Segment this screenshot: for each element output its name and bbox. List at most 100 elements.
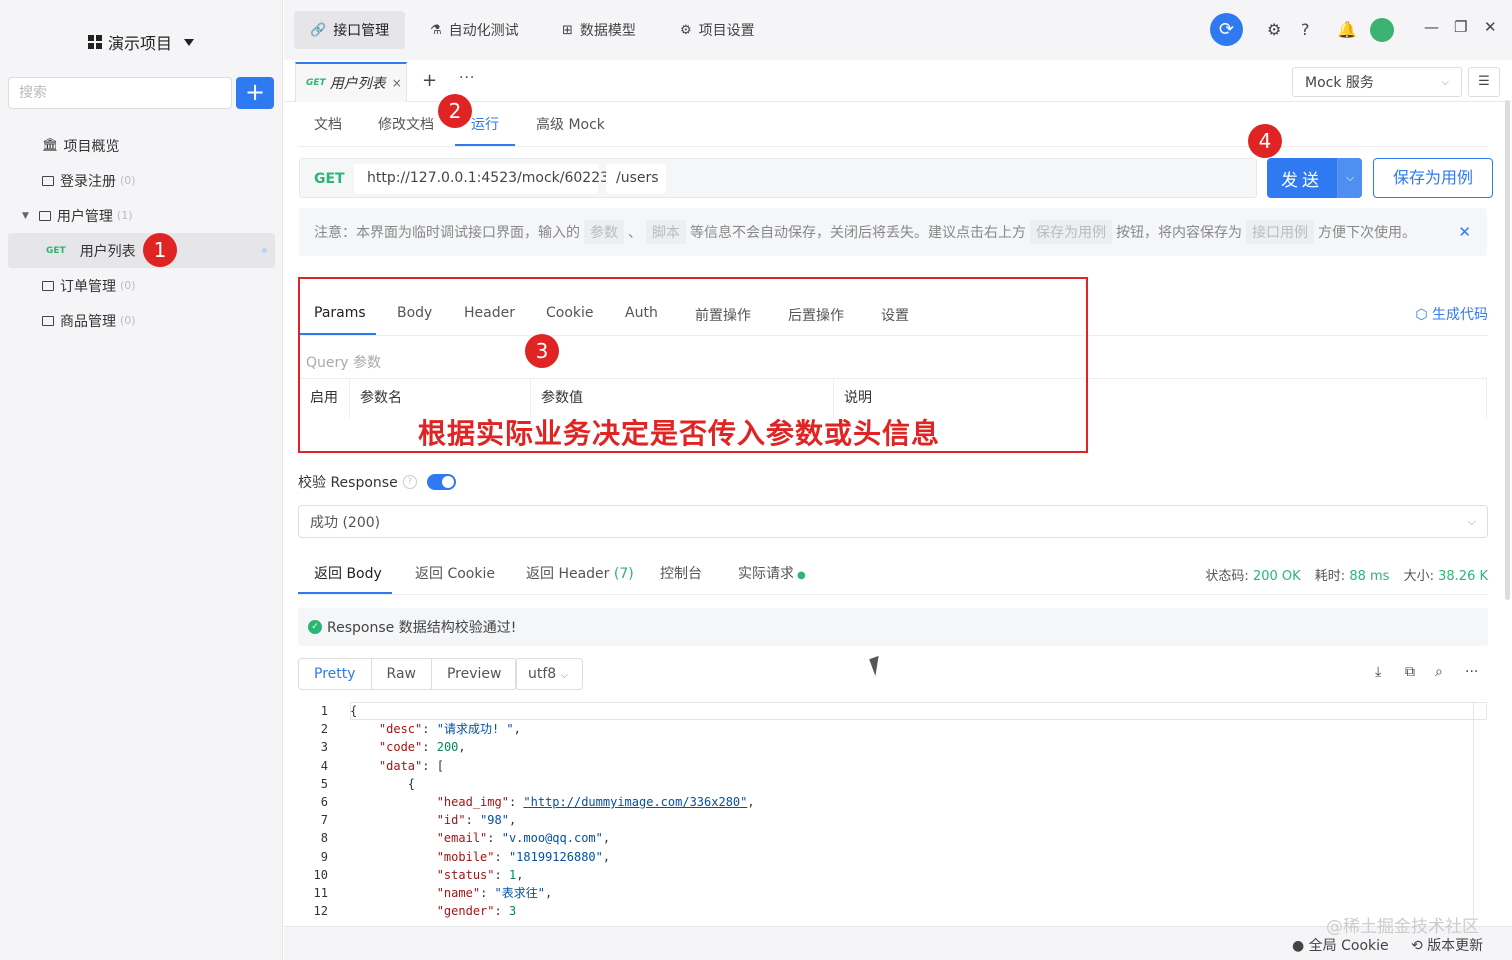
- restore-icon[interactable]: ❐: [1454, 18, 1467, 36]
- sidebar-item-user-list[interactable]: GET 用户列表: [8, 233, 275, 268]
- notice-text: 等信息不会自动保存，关闭后将丢失。建议点击右上方: [690, 225, 1026, 241]
- page-scrollbar[interactable]: [1505, 100, 1510, 600]
- mouse-cursor-icon: [869, 655, 885, 677]
- help-icon[interactable]: ?: [402, 475, 417, 489]
- tab-advanced-mock[interactable]: 高级 Mock: [536, 114, 605, 134]
- list-icon[interactable]: ☰: [1468, 67, 1500, 97]
- validate-label: 校验 Response: [298, 475, 398, 491]
- line-number: 4: [320, 758, 328, 773]
- caret-down-icon: [184, 38, 195, 46]
- base-url-field[interactable]: http://127.0.0.1:4523/mock/602238: [354, 164, 618, 194]
- update-icon: ⟲: [1411, 938, 1428, 954]
- encoding-select[interactable]: utf8 ⌵: [515, 658, 583, 690]
- nav-label: 自动化测试: [448, 23, 519, 39]
- tab-response-header[interactable]: 返回 Header (7): [526, 563, 634, 583]
- format-pretty[interactable]: Pretty: [299, 659, 372, 689]
- doc-tab-row: GET 用户列表 × + ··· Mock 服务 ⌵ ☰: [284, 60, 1512, 102]
- format-raw[interactable]: Raw: [372, 659, 432, 689]
- notice-chip: 保存为用例: [1030, 220, 1112, 244]
- more-icon[interactable]: ···: [1465, 664, 1478, 680]
- more-icon[interactable]: ···: [459, 70, 475, 86]
- json-link[interactable]: "http://dummyimage.com/336x280": [523, 795, 747, 809]
- nav-label: 接口管理: [333, 23, 390, 39]
- search-input[interactable]: [8, 77, 232, 109]
- response-tabs: 返回 Body 返回 Cookie 返回 Header (7) 控制台 实际请求…: [298, 552, 1488, 595]
- environment-label: Mock 服务: [1305, 75, 1374, 91]
- settings-icon[interactable]: ⚙: [1267, 20, 1281, 39]
- bell-icon[interactable]: 🔔: [1337, 20, 1357, 39]
- global-cookie-button[interactable]: ● 全局 Cookie: [1292, 935, 1389, 955]
- tab-console[interactable]: 控制台: [660, 563, 702, 583]
- path-input[interactable]: /users: [606, 164, 666, 194]
- line-number: 3: [320, 740, 328, 755]
- save-as-case-button[interactable]: 保存为用例: [1373, 158, 1493, 198]
- tab-docs[interactable]: 文档: [314, 114, 342, 134]
- help-icon[interactable]: ?: [1301, 20, 1310, 39]
- json-key: "code": [378, 740, 423, 755]
- tab-edit-docs[interactable]: 修改文档: [378, 114, 434, 134]
- send-button[interactable]: 发送 ⌵: [1267, 158, 1362, 198]
- gear-icon: ⚙: [680, 22, 692, 38]
- avatar[interactable]: [1370, 18, 1394, 42]
- json-value: "98": [480, 813, 509, 828]
- add-button[interactable]: +: [236, 77, 274, 109]
- new-tab-button[interactable]: +: [422, 70, 437, 91]
- sidebar-item-overview[interactable]: 🏛 项目概览: [0, 128, 283, 163]
- method-select[interactable]: GET: [314, 171, 345, 187]
- response-stats: 状态码: 200 OK 耗时: 88 ms 大小: 38.26 K: [1205, 565, 1488, 584]
- tab-label: 返回 Header: [526, 566, 610, 582]
- nav-data-model[interactable]: ⊞ 数据模型: [546, 11, 652, 49]
- response-select[interactable]: 成功 (200) ⌵: [298, 505, 1488, 538]
- sidebar-item-products[interactable]: 商品管理 (0): [0, 303, 283, 338]
- notice-chip: 接口用例: [1246, 220, 1314, 244]
- notice-banner: 注意：本界面为临时调试接口界面，输入的 参数 、 脚本 等信息不会自动保存，关闭…: [299, 208, 1487, 256]
- nav-project-settings[interactable]: ⚙ 项目设置: [664, 11, 771, 49]
- code-scrollbar[interactable]: [1473, 702, 1474, 926]
- size-label: 大小:: [1403, 569, 1434, 584]
- method-tag: GET: [46, 245, 66, 256]
- format-preview[interactable]: Preview: [432, 659, 517, 689]
- sync-icon[interactable]: ⟳: [1210, 13, 1243, 46]
- tab-response-cookie[interactable]: 返回 Cookie: [415, 563, 495, 583]
- tab-run[interactable]: 运行: [471, 114, 499, 134]
- notice-text: 按钮，将内容保存为: [1116, 225, 1242, 241]
- tab-response-body[interactable]: 返回 Body: [314, 563, 382, 583]
- doc-tab-user-list[interactable]: GET 用户列表 ×: [295, 62, 407, 102]
- chevron-down-icon: ⌵: [1467, 514, 1476, 528]
- sidebar-item-label: 用户列表: [79, 243, 136, 260]
- format-tabs: Pretty Raw Preview: [298, 658, 518, 690]
- response-code-viewer[interactable]: 1{2 "desc": "请求成功! ", 3 "code": 200, 4 "da…: [298, 702, 1488, 926]
- flask-icon: ⚗: [430, 22, 442, 38]
- chevron-down-icon[interactable]: ⌵: [1337, 158, 1362, 198]
- item-count: (0): [120, 279, 136, 292]
- copy-icon[interactable]: ⧉: [1405, 664, 1415, 680]
- sidebar-item-orders[interactable]: 订单管理 (0): [0, 268, 283, 303]
- code-line: 4 "data": [: [298, 757, 1488, 775]
- sidebar-item-label: 登录注册: [60, 173, 116, 190]
- expand-arrow-icon[interactable]: ▼: [22, 211, 29, 221]
- nav-automation[interactable]: ⚗ 自动化测试: [414, 11, 535, 49]
- close-icon[interactable]: ✕: [1458, 223, 1471, 241]
- line-number: 7: [320, 813, 328, 828]
- close-window-icon[interactable]: ✕: [1484, 18, 1497, 36]
- minimize-icon[interactable]: —: [1424, 18, 1439, 36]
- notice-chip: 参数: [584, 220, 624, 244]
- validate-toggle[interactable]: [426, 474, 456, 490]
- project-switcher[interactable]: 演示项目: [88, 30, 195, 54]
- json-key: "mobile": [436, 849, 495, 864]
- version-update-button[interactable]: ⟲ 版本更新: [1411, 935, 1483, 955]
- tab-actual-request[interactable]: 实际请求 ●: [738, 563, 806, 583]
- environment-select[interactable]: Mock 服务 ⌵: [1292, 67, 1462, 97]
- download-icon[interactable]: ⤓: [1375, 664, 1381, 680]
- search-icon[interactable]: ⌕: [1435, 664, 1443, 680]
- nav-api-management[interactable]: 🔗 接口管理: [294, 11, 406, 49]
- step-marker: 4: [1248, 124, 1282, 158]
- nav-label: 数据模型: [579, 23, 636, 39]
- close-icon[interactable]: ×: [392, 76, 402, 90]
- bank-icon: 🏛: [42, 138, 59, 153]
- generate-code-link[interactable]: ⬡ 生成代码: [1415, 304, 1488, 324]
- active-tab-underline: [298, 592, 392, 594]
- sidebar-item-user-mgmt[interactable]: ▼ 用户管理 (1): [0, 198, 283, 233]
- link-icon: 🔗: [310, 22, 327, 38]
- sidebar-item-login[interactable]: 登录注册 (0): [0, 163, 283, 198]
